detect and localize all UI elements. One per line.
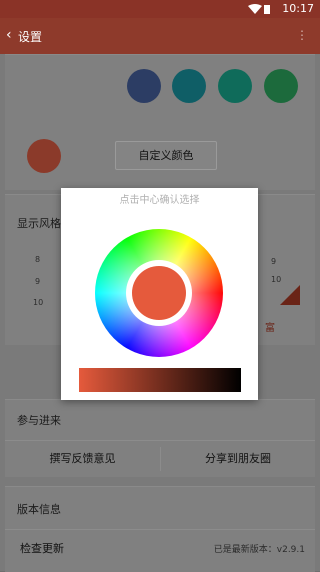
color-swatch[interactable]	[218, 69, 252, 103]
brightness-slider[interactable]	[79, 368, 241, 392]
page-title: 设置	[18, 30, 43, 44]
version-card: 版本信息 检查更新 已是最新版本：v2.9.1	[5, 486, 315, 572]
participate-card: 参与进来 撰写反馈意见 分享到朋友圈	[5, 399, 315, 477]
status-time: 10:17	[282, 2, 314, 15]
selected-color-preview	[27, 139, 61, 173]
style-label: 富	[265, 323, 275, 334]
share-button[interactable]: 分享到朋友圈	[161, 441, 315, 477]
participate-actions: 撰写反馈意见 分享到朋友圈	[5, 440, 315, 477]
custom-color-button[interactable]: 自定义颜色	[115, 141, 217, 170]
version-status: 已是最新版本：v2.9.1	[213, 545, 305, 555]
version-title: 版本信息	[17, 503, 61, 516]
feedback-button[interactable]: 撰写反馈意见	[5, 441, 160, 477]
check-update-row[interactable]: 检查更新 已是最新版本：v2.9.1	[5, 529, 315, 566]
chevron-left-icon[interactable]: ‹	[6, 27, 12, 43]
status-icons	[248, 4, 270, 14]
participate-title: 参与进来	[17, 414, 61, 427]
check-update-label: 检查更新	[20, 542, 64, 555]
confirm-color-center[interactable]	[132, 266, 186, 320]
font-size-label: 9	[35, 277, 41, 286]
theme-color-card: 自定义颜色	[5, 54, 315, 190]
more-icon[interactable]: ⋮	[296, 28, 308, 42]
color-swatch[interactable]	[127, 69, 161, 103]
app-toolbar: ‹ 设置 ⋮	[0, 18, 320, 54]
color-swatch[interactable]	[264, 69, 298, 103]
font-size-label: 9	[271, 257, 277, 266]
dialog-hint: 点击中心确认选择	[119, 195, 200, 206]
status-bar: 10:17	[0, 0, 320, 18]
font-size-label: 8	[35, 255, 41, 264]
font-size-label: 10	[33, 298, 44, 307]
color-picker-dialog: 点击中心确认选择	[61, 188, 258, 400]
color-swatch[interactable]	[172, 69, 206, 103]
corner-triangle-icon	[280, 285, 300, 305]
font-size-label: 10	[271, 275, 282, 284]
display-style-title: 显示风格	[17, 217, 61, 230]
